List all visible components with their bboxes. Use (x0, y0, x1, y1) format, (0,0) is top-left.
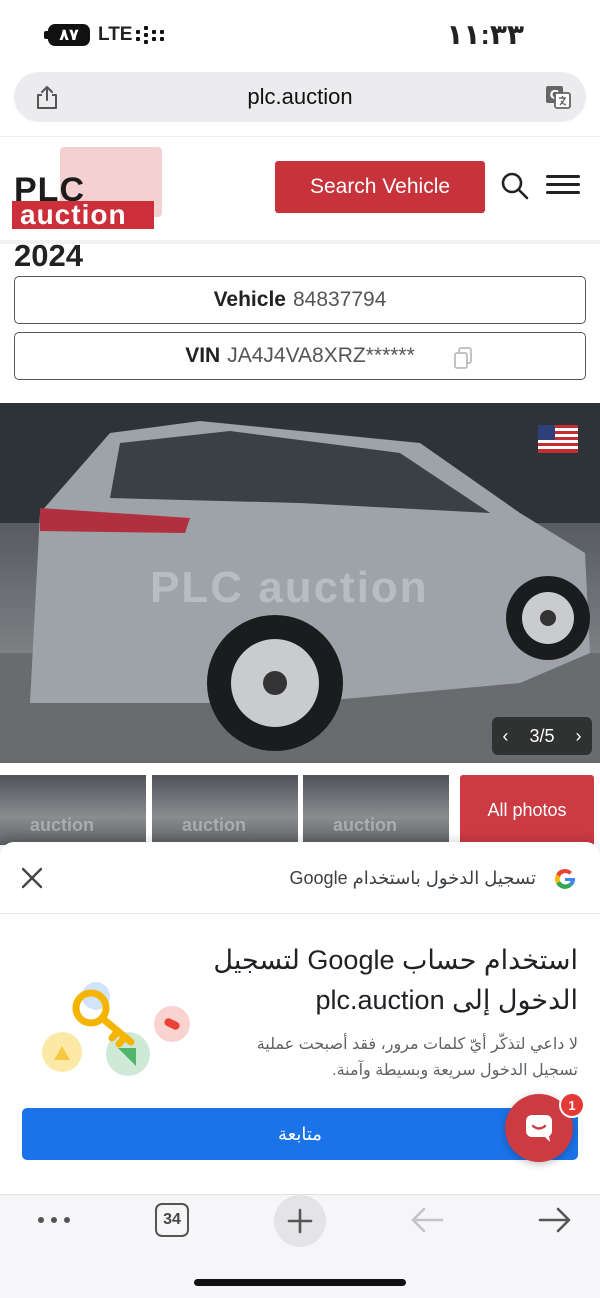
vehicle-label: Vehicle (213, 288, 286, 311)
thumbnail-strip: auction auction auction All photos (0, 775, 600, 845)
signin-description: لا داعي لتذكّر أيّ كلمات مرور، فقد أصبحت… (256, 1036, 578, 1079)
search-vehicle-button[interactable]: Search Vehicle (275, 161, 485, 213)
url-text[interactable]: plc.auction (14, 84, 586, 110)
new-tab-button[interactable] (274, 1195, 326, 1247)
key-illustration (42, 982, 190, 1076)
network-type: LTE (98, 24, 133, 45)
thumbnail[interactable]: auction (303, 775, 449, 845)
thumbnail[interactable]: auction (0, 775, 146, 845)
address-bar[interactable]: plc.auction G (14, 72, 586, 122)
clock: ١١:٣٣ (446, 19, 524, 50)
back-arrow-icon[interactable] (410, 1205, 444, 1235)
vin-value: JA4J4VA8XRZ****** (227, 344, 415, 367)
forward-arrow-icon[interactable] (538, 1205, 572, 1235)
photo-watermark: PLC auction (150, 563, 429, 612)
chat-icon (526, 1115, 552, 1142)
tab-switcher-button[interactable]: 34 (155, 1203, 189, 1237)
vehicle-year: 2024 (14, 238, 83, 273)
continue-button[interactable]: متابعة (22, 1108, 578, 1160)
copy-icon[interactable] (453, 347, 473, 369)
sheet-header-title: تسجيل الدخول باستخدام Google (289, 868, 536, 888)
vehicle-photo[interactable]: PLC auction ‹ 3/5 › (0, 403, 600, 763)
vehicle-id-box: Vehicle 84837794 (14, 276, 586, 324)
thumb-watermark: auction (182, 815, 247, 835)
home-indicator (194, 1279, 406, 1286)
all-photos-button[interactable]: All photos (460, 775, 594, 845)
more-options-icon[interactable] (38, 1217, 72, 1225)
thumb-watermark: auction (333, 815, 398, 835)
signin-title: استخدام حساب Google لتسجيل الدخول إلى pl… (213, 945, 578, 1015)
plus-icon (287, 1208, 313, 1234)
chevron-left-icon[interactable]: ‹ (502, 726, 508, 747)
photo-counter: 3/5 (529, 725, 555, 746)
translate-icon[interactable]: G (544, 83, 572, 111)
photo-navigation: ‹ 3/5 › (492, 717, 592, 755)
sheet-header: تسجيل الدخول باستخدام Google (0, 842, 600, 914)
close-icon[interactable] (20, 866, 44, 890)
status-bar: ٨٧ LTE ١١:٣٣ (0, 0, 600, 70)
google-logo-icon (554, 868, 576, 889)
vehicle-id: 84837794 (292, 288, 387, 311)
us-flag-icon (538, 425, 578, 453)
vin-box: VIN JA4J4VA8XRZ****** (14, 332, 586, 380)
search-icon[interactable] (500, 171, 530, 201)
logo-text-auction: auction (12, 201, 154, 229)
plc-auction-logo[interactable]: PLC auction (12, 147, 162, 233)
vin-label: VIN (185, 344, 221, 367)
chat-notification-badge: 1 (559, 1092, 585, 1118)
thumbnail[interactable]: auction (152, 775, 298, 845)
chevron-right-icon[interactable]: › (575, 726, 581, 747)
browser-toolbar: 34 (0, 1194, 600, 1298)
hamburger-menu-icon[interactable] (546, 175, 580, 195)
signal-icon (136, 26, 170, 46)
site-header: PLC auction Search Vehicle (0, 136, 600, 240)
content-divider (0, 240, 600, 244)
thumb-watermark: auction (30, 815, 95, 835)
battery-indicator: ٨٧ (48, 24, 90, 46)
